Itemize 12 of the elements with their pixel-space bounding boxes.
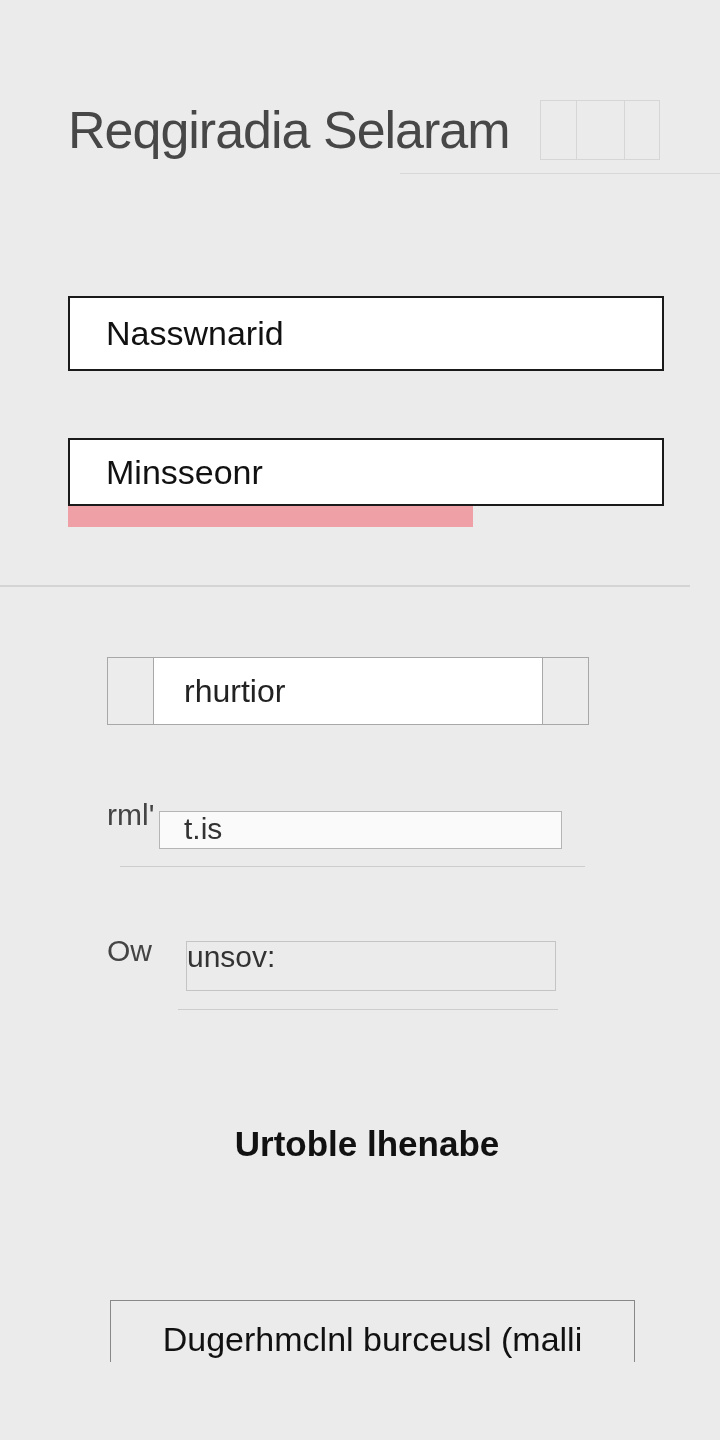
- text-field[interactable]: t.is: [159, 811, 562, 849]
- field-label: rml': [107, 799, 156, 831]
- stepper-field[interactable]: rhurtior: [154, 657, 542, 725]
- text-field[interactable]: Nasswnarid: [68, 296, 664, 371]
- text-field[interactable]: unsov:: [186, 941, 556, 991]
- page-title: Reqgiradia Selaram: [68, 100, 510, 160]
- stepper-segment-button[interactable]: [542, 657, 589, 725]
- section-heading: Urtoble lhenabe: [234, 1123, 500, 1165]
- text-field[interactable]: Minsseonr: [68, 438, 664, 506]
- field-label: Ow: [107, 935, 153, 967]
- action-button[interactable]: Dugerhmclnl burceusl (malli: [110, 1300, 635, 1362]
- stepper-segment-button[interactable]: [107, 657, 154, 725]
